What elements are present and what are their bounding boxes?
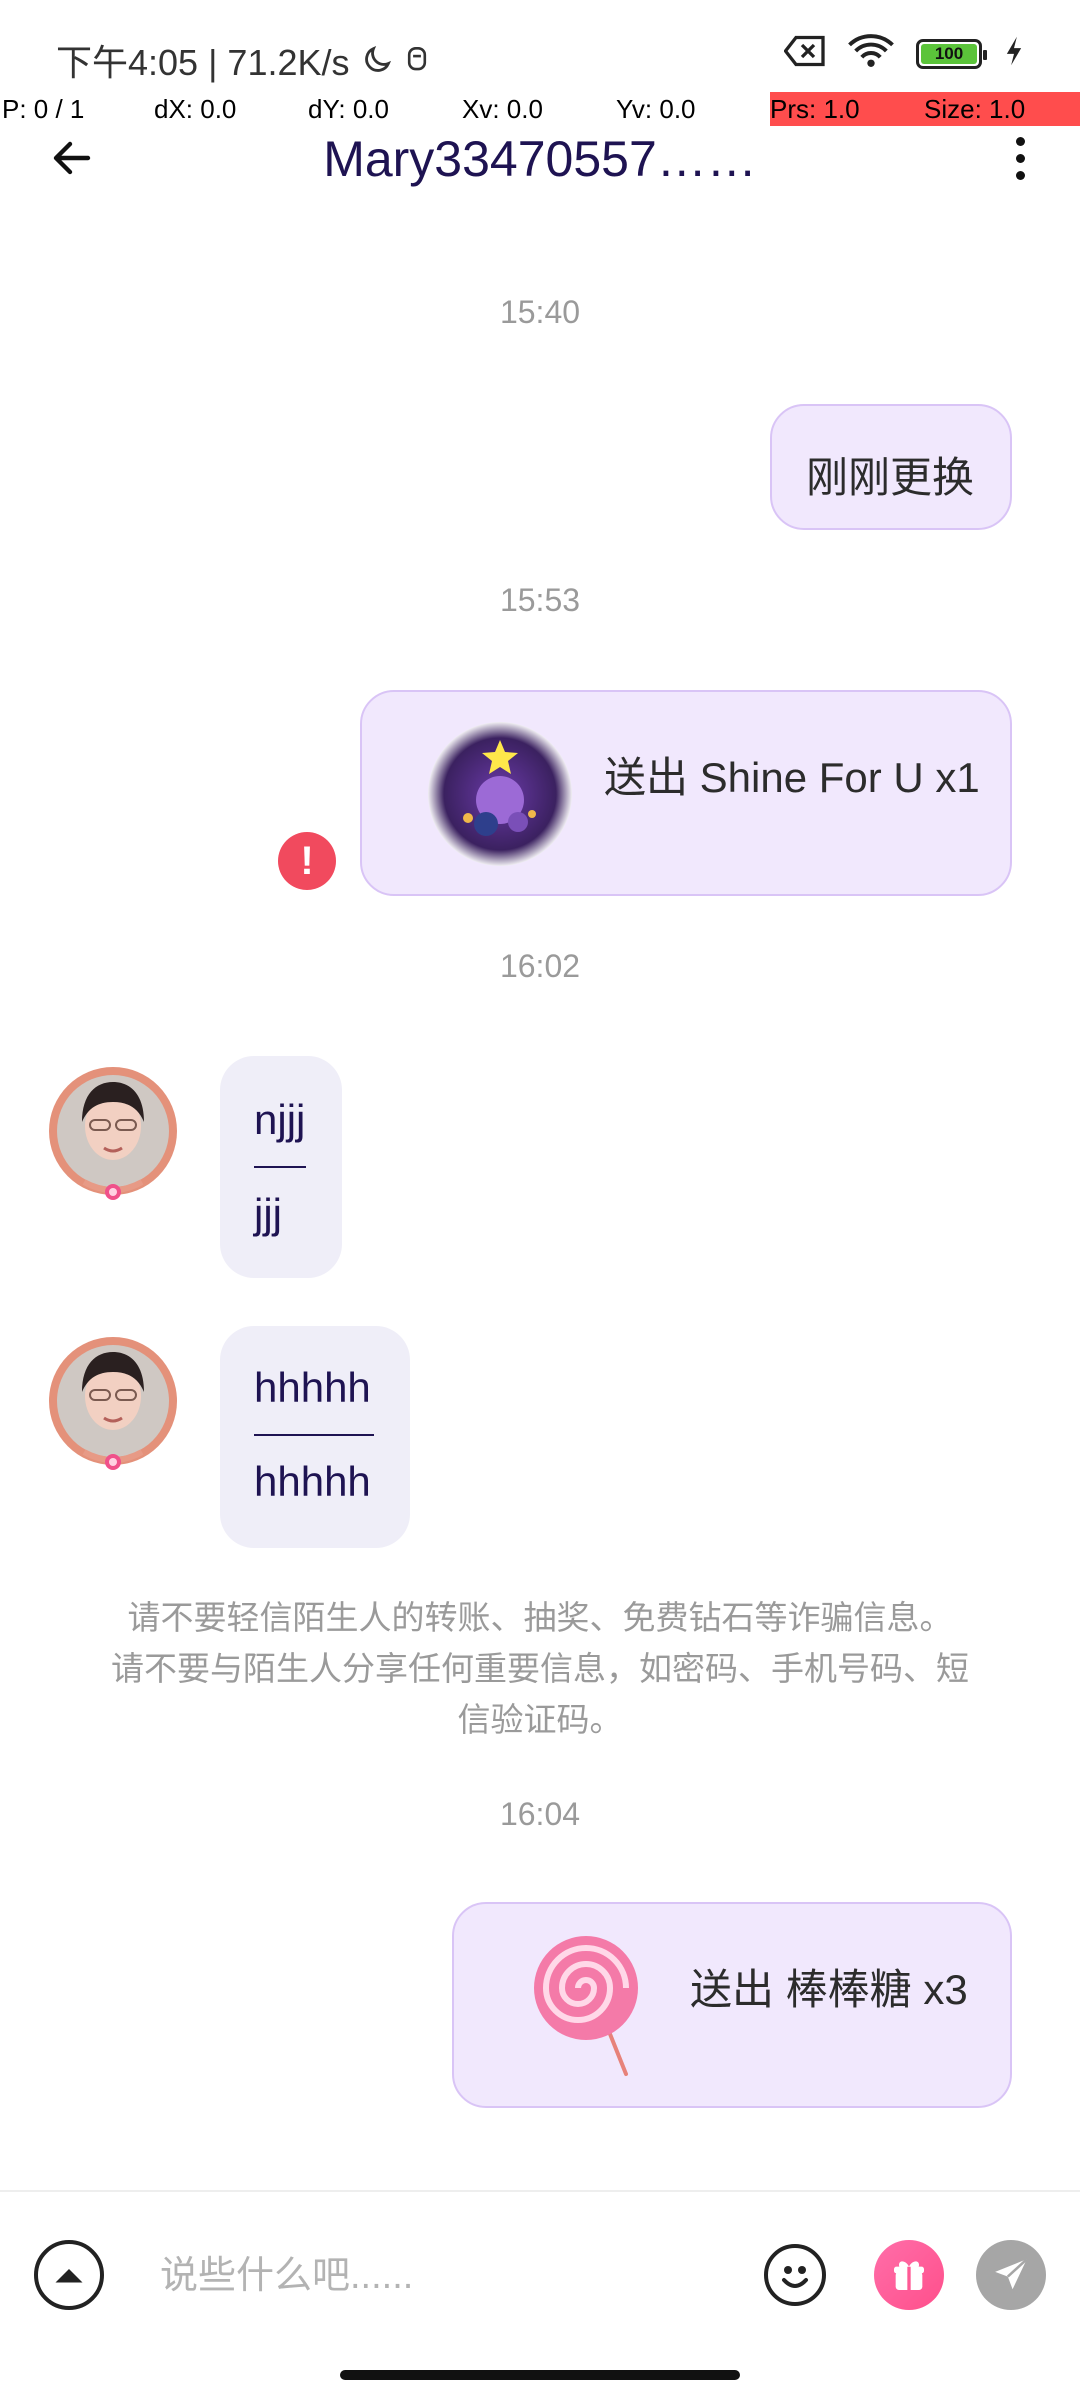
paper-plane-icon	[995, 2258, 1028, 2290]
smiley-icon	[782, 2266, 808, 2288]
battery-level: 100	[921, 43, 977, 64]
message-text: hhhhh	[254, 1458, 371, 1505]
gift-message-text: 送出 Shine For U x1	[604, 754, 980, 801]
status-right: 100	[783, 34, 1024, 73]
message-input[interactable]	[160, 2246, 720, 2306]
message-input-bar	[0, 2190, 1080, 2360]
arrow-left-icon	[53, 141, 91, 175]
expand-panel-button[interactable]	[34, 2240, 104, 2310]
more-options-button[interactable]	[990, 126, 1050, 190]
message-timestamp: 16:02	[499, 948, 581, 984]
message-timestamp: 16:04	[499, 1796, 581, 1832]
wifi-icon	[848, 34, 894, 73]
text-divider	[254, 1166, 306, 1168]
notification-icon	[404, 44, 430, 76]
pointer-debug-overlay: P: 0 / 1 dX: 0.0 dY: 0.0 Xv: 0.0 Yv: 0.0…	[0, 92, 1080, 126]
debug-yv: Yv: 0.0	[616, 94, 696, 124]
chat-header: Mary33470557……	[0, 126, 1080, 190]
moon-icon	[360, 43, 394, 77]
battery-icon: 100	[916, 38, 987, 69]
charging-icon	[1004, 35, 1024, 72]
debug-dx: dX: 0.0	[154, 94, 237, 124]
gift-icon	[894, 2261, 924, 2290]
text-divider	[254, 1434, 374, 1436]
chat-title: Mary33470557……	[323, 131, 757, 187]
gift-message-text: 送出 棒棒糖 x3	[690, 1966, 968, 2013]
debug-pointer: P: 0 / 1	[2, 94, 85, 124]
send-button[interactable]	[976, 2240, 1046, 2310]
message-timestamp: 15:53	[499, 582, 581, 618]
status-left: 下午4:05 | 71.2K/s	[56, 34, 430, 86]
debug-dy: dY: 0.0	[308, 94, 389, 124]
message-text: 刚刚更换	[806, 454, 975, 501]
more-dot-icon	[1015, 170, 1025, 180]
send-gift-button[interactable]	[874, 2240, 944, 2310]
more-dot-icon	[1015, 136, 1025, 146]
debug-size: Size: 1.0	[924, 92, 1080, 126]
sender-avatar[interactable]	[44, 1334, 182, 1472]
outgoing-gift-bubble[interactable]: 送出 棒棒糖 x3	[452, 1902, 1012, 2108]
status-bar: 下午4:05 | 71.2K/s 100	[0, 0, 1080, 100]
chevron-up-icon	[55, 2269, 83, 2283]
debug-xv: Xv: 0.0	[462, 94, 543, 124]
sender-avatar[interactable]	[44, 1064, 182, 1202]
debug-pressure: Prs: 1.0	[770, 92, 924, 126]
outgoing-message-bubble[interactable]: 刚刚更换	[770, 404, 1012, 530]
lollipop-gift-image	[530, 1934, 660, 2084]
message-text: njjj	[254, 1096, 306, 1143]
incoming-message-bubble[interactable]: hhhhh hhhhh	[220, 1326, 410, 1548]
status-time-speed: 下午4:05 | 71.2K/s	[56, 42, 350, 83]
message-timestamp: 15:40	[499, 294, 581, 330]
outgoing-gift-bubble[interactable]: 送出 Shine For U x1	[360, 690, 1012, 896]
message-text: hhhhh	[254, 1364, 371, 1411]
emoji-button[interactable]	[764, 2244, 826, 2306]
back-button[interactable]	[40, 126, 104, 190]
send-failed-icon[interactable]: !	[278, 832, 336, 890]
fraud-warning-notice: 请不要轻信陌生人的转账、抽奖、免费钻石等诈骗信息。 请不要与陌生人分享任何重要信…	[111, 1599, 969, 1738]
home-indicator[interactable]	[340, 2370, 740, 2380]
message-text: jjj	[254, 1190, 282, 1237]
shine-for-u-gift-image	[428, 722, 572, 866]
more-dot-icon	[1015, 153, 1025, 163]
incoming-message-bubble[interactable]: njjj jjj	[220, 1056, 342, 1278]
sim-error-icon	[783, 34, 826, 73]
